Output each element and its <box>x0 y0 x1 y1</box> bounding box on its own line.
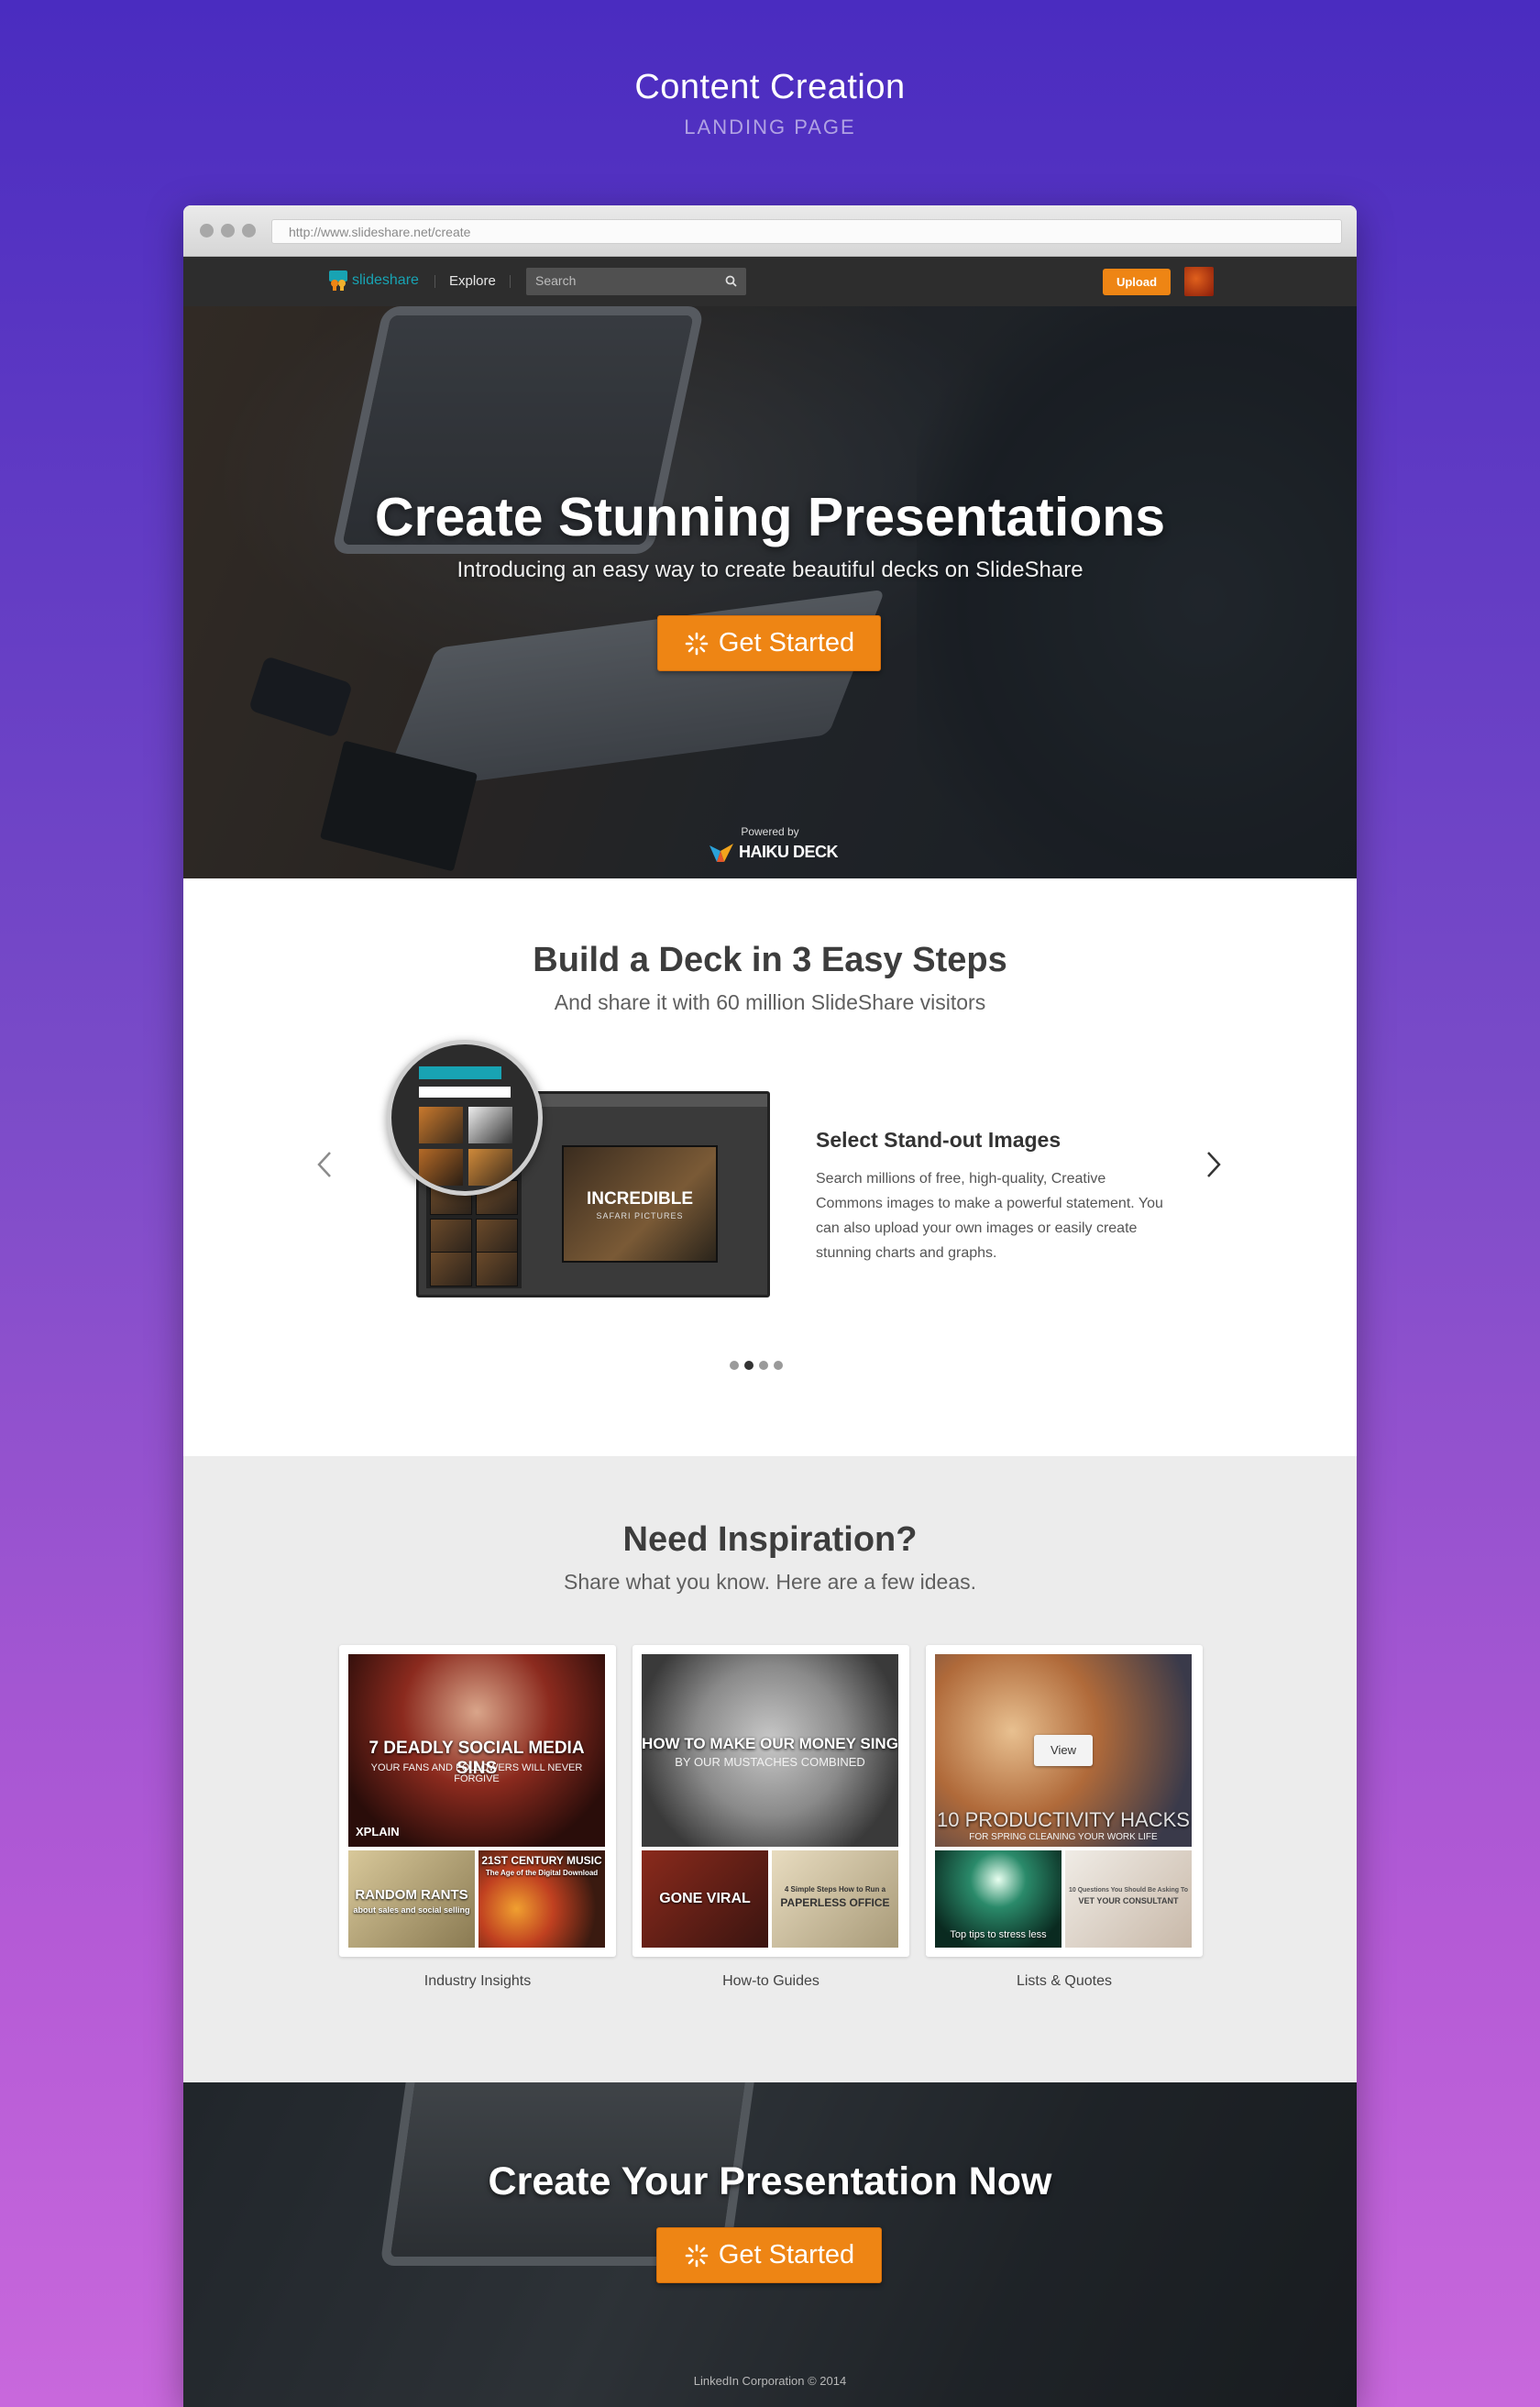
upload-button[interactable]: Upload <box>1103 269 1171 295</box>
card-caption[interactable]: How-to Guides <box>632 1973 909 1990</box>
card-cover: View 10 PRODUCTIVITY HACKS FOR SPRING CL… <box>935 1654 1192 1847</box>
nav-divider <box>434 275 435 288</box>
card-thumbnail-title: PAPERLESS OFFICE <box>780 1896 890 1909</box>
minimize-window-button[interactable] <box>221 224 235 237</box>
carousel-dot[interactable] <box>774 1361 783 1370</box>
card-thumbnail-subtitle: The Age of the Digital Download <box>485 1869 599 1877</box>
steps-title: Build a Deck in 3 Easy Steps <box>533 941 1007 979</box>
magnifier-thumbnail <box>419 1149 463 1186</box>
steps-subtitle: And share it with 60 million SlideShare … <box>554 990 986 1014</box>
view-button[interactable]: View <box>1034 1735 1093 1766</box>
maximize-window-button[interactable] <box>242 224 256 237</box>
get-started-label: Get Started <box>718 2240 855 2269</box>
card-thumbnail-title: VET YOUR CONSULTANT <box>1078 1896 1179 1905</box>
magnifier-thumbnail <box>468 1149 512 1186</box>
preview-slide-subtitle: SAFARI PICTURES <box>596 1211 684 1220</box>
address-bar[interactable]: http://www.slideshare.net/create <box>271 219 1342 244</box>
card-cover: HOW TO MAKE OUR MONEY SING BY OUR MUSTAC… <box>642 1654 898 1847</box>
card-thumbnail-subtitle: 4 Simple Steps How to Run a <box>784 1885 886 1894</box>
browser-window: http://www.slideshare.net/create slidesh… <box>183 205 1357 2407</box>
idea-card-industry-insights[interactable]: 7 DEADLY SOCIAL MEDIA SINS YOUR FANS AND… <box>339 1645 616 1957</box>
hero-overlay <box>183 306 1357 878</box>
card-thumbnail: Top tips to stress less <box>935 1850 1062 1948</box>
magnifier-detail <box>387 1040 543 1196</box>
card-thumbnail-title: Top tips to stress less <box>950 1929 1047 1940</box>
page-title: Content Creation <box>634 68 906 106</box>
step-description: Search millions of free, high-quality, C… <box>816 1171 1163 1261</box>
card-cover-subtitle: FOR SPRING CLEANING YOUR WORK LIFE <box>969 1832 1158 1842</box>
carousel-dot[interactable] <box>759 1361 768 1370</box>
footer-get-started-button[interactable]: Get Started <box>656 2227 882 2283</box>
footer-title: Create Your Presentation Now <box>488 2159 1052 2203</box>
nav-divider <box>510 275 511 288</box>
powered-by-label: Powered by <box>741 825 799 838</box>
carousel-dot-active[interactable] <box>744 1361 754 1370</box>
inspiration-section: Need Inspiration? Share what you know. H… <box>183 1456 1357 2082</box>
preview-thumbnail <box>430 1252 472 1286</box>
preview-thumbnail <box>430 1219 472 1253</box>
hero-section: Create Stunning Presentations Introducin… <box>183 306 1357 878</box>
card-thumbnail-title: RANDOM RANTS <box>355 1887 468 1903</box>
hero-subtitle: Introducing an easy way to create beauti… <box>456 558 1084 582</box>
card-thumbnail: RANDOM RANTS about sales and social sell… <box>348 1850 475 1948</box>
haiku-deck-icon <box>710 844 733 862</box>
carousel-dot[interactable] <box>730 1361 739 1370</box>
magic-wand-icon <box>685 2244 709 2267</box>
explore-link[interactable]: Explore <box>449 273 496 289</box>
card-thumbnail: GONE VIRAL <box>642 1850 768 1948</box>
card-thumbnail: 10 Questions You Should Be Asking To VET… <box>1065 1850 1192 1948</box>
chevron-right-icon[interactable] <box>1206 1146 1221 1187</box>
card-thumbnail-subtitle: 10 Questions You Should Be Asking To <box>1068 1887 1189 1894</box>
slideshare-logo-icon <box>328 270 348 292</box>
get-started-button[interactable]: Get Started <box>657 615 881 671</box>
search-icon[interactable] <box>725 275 737 290</box>
preview-slide-title: INCREDIBLE <box>586 1189 694 1209</box>
preview-thumbnail <box>476 1252 518 1286</box>
haiku-deck-logo[interactable]: HAIKU DECK <box>710 842 839 862</box>
card-thumbnail-subtitle: about sales and social selling <box>353 1905 470 1915</box>
browser-chrome: http://www.slideshare.net/create <box>183 205 1357 257</box>
preview-thumbnail <box>476 1219 518 1253</box>
xplain-logo: XPLAIN <box>356 1825 400 1838</box>
search-input[interactable]: Search <box>526 268 746 295</box>
chevron-left-icon[interactable] <box>317 1146 332 1187</box>
search-placeholder: Search <box>535 273 577 288</box>
copyright: LinkedIn Corporation © 2014 <box>693 2374 847 2388</box>
avatar[interactable] <box>1184 267 1214 296</box>
magnifier-search-field <box>419 1087 511 1098</box>
card-thumbnail: 21ST CENTURY MUSIC The Age of the Digita… <box>478 1850 605 1948</box>
carousel-pagination <box>730 1361 783 1370</box>
logo-text: slideshare <box>352 272 419 288</box>
magnifier-thumbnail <box>419 1107 463 1143</box>
slideshare-logo[interactable]: slideshare <box>328 270 419 292</box>
get-started-label: Get Started <box>718 628 855 657</box>
card-cover-subtitle: BY OUR MUSTACHES COMBINED <box>675 1755 865 1769</box>
card-thumbnail-title: 21ST CENTURY MUSIC <box>481 1854 602 1867</box>
inspiration-subtitle: Share what you know. Here are a few idea… <box>563 1570 977 1594</box>
inspiration-title: Need Inspiration? <box>622 1520 918 1559</box>
footer-cta-section: Create Your Presentation Now Get Started… <box>183 2082 1357 2407</box>
site-navbar: slideshare Explore Search Upload <box>183 257 1357 306</box>
idea-card-lists-quotes[interactable]: View 10 PRODUCTIVITY HACKS FOR SPRING CL… <box>926 1645 1203 1957</box>
haiku-deck-text: HAIKU DECK <box>739 842 839 861</box>
card-caption[interactable]: Industry Insights <box>339 1973 616 1990</box>
magic-wand-icon <box>685 632 709 655</box>
card-cover-title: 10 PRODUCTIVITY HACKS <box>937 1808 1190 1831</box>
page-subtitle: LANDING PAGE <box>684 116 856 138</box>
card-cover-subtitle: YOUR FANS AND FOLLOWERS WILL NEVER FORGI… <box>370 1762 583 1784</box>
magnifier-tab <box>419 1066 501 1079</box>
card-thumbnail: 4 Simple Steps How to Run a PAPERLESS OF… <box>772 1850 898 1948</box>
step-title: Select Stand-out Images <box>816 1128 1062 1152</box>
idea-card-how-to-guides[interactable]: HOW TO MAKE OUR MONEY SING BY OUR MUSTAC… <box>632 1645 909 1957</box>
card-caption[interactable]: Lists & Quotes <box>926 1973 1203 1990</box>
hero-title: Create Stunning Presentations <box>374 487 1166 547</box>
card-cover: 7 DEADLY SOCIAL MEDIA SINS YOUR FANS AND… <box>348 1654 605 1847</box>
preview-slide: INCREDIBLE SAFARI PICTURES <box>562 1145 718 1263</box>
card-thumbnail-title: GONE VIRAL <box>659 1891 751 1906</box>
close-window-button[interactable] <box>200 224 214 237</box>
magnifier-thumbnail <box>468 1107 512 1143</box>
steps-section: Build a Deck in 3 Easy Steps And share i… <box>183 878 1357 1456</box>
card-cover-title: HOW TO MAKE OUR MONEY SING <box>642 1735 898 1752</box>
